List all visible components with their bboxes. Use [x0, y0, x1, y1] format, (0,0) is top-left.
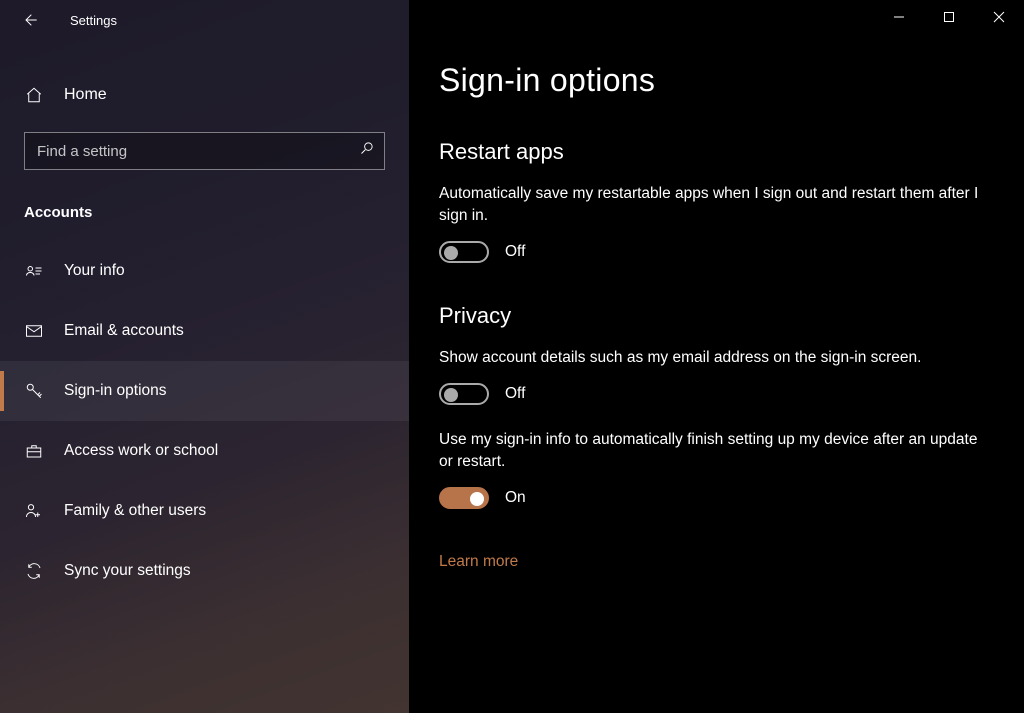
sidebar-item-sign-in-options[interactable]: Sign-in options [0, 361, 409, 421]
privacy-setting-auto-finish: Use my sign-in info to automatically fin… [439, 429, 994, 509]
sidebar: Settings Home Accounts Your info [0, 0, 409, 713]
close-button[interactable] [974, 0, 1024, 34]
privacy-desc-2: Use my sign-in info to automatically fin… [439, 429, 979, 473]
maximize-icon [943, 11, 955, 23]
sync-icon [24, 562, 44, 580]
search-box[interactable] [24, 132, 385, 170]
sidebar-nav: Your info Email & accounts Sign-in optio… [0, 241, 409, 601]
sidebar-item-label: Sign-in options [64, 382, 167, 400]
window-controls [874, 0, 1024, 34]
minimize-icon [893, 11, 905, 23]
search-icon [359, 141, 374, 161]
home-icon [24, 86, 44, 104]
arrow-left-icon [22, 12, 38, 28]
sidebar-item-your-info[interactable]: Your info [0, 241, 409, 301]
sidebar-item-label: Access work or school [64, 442, 218, 460]
section-heading-privacy: Privacy [439, 303, 994, 329]
restart-apps-toggle[interactable] [439, 241, 489, 263]
restart-apps-toggle-label: Off [505, 243, 525, 261]
privacy-toggle-1-label: Off [505, 385, 525, 403]
mail-icon [24, 322, 44, 340]
auto-finish-setup-toggle[interactable] [439, 487, 489, 509]
sidebar-item-label: Your info [64, 262, 125, 280]
main-pane: Sign-in options Restart apps Automatical… [409, 0, 1024, 713]
back-button[interactable] [10, 0, 50, 40]
toggle-knob [444, 388, 458, 402]
sidebar-item-sync-settings[interactable]: Sync your settings [0, 541, 409, 601]
search-input[interactable] [37, 143, 359, 160]
privacy-desc-1: Show account details such as my email ad… [439, 347, 979, 369]
sidebar-item-label: Family & other users [64, 502, 206, 520]
section-restart-apps: Restart apps Automatically save my resta… [439, 139, 994, 263]
show-account-details-toggle[interactable] [439, 383, 489, 405]
briefcase-icon [24, 442, 44, 460]
sidebar-item-label: Email & accounts [64, 322, 184, 340]
sidebar-home[interactable]: Home [0, 72, 409, 118]
minimize-button[interactable] [874, 0, 924, 34]
sidebar-section-heading: Accounts [24, 204, 385, 221]
close-icon [993, 11, 1005, 23]
section-heading-restart-apps: Restart apps [439, 139, 994, 165]
restart-apps-toggle-row: Off [439, 241, 994, 263]
home-label: Home [64, 86, 107, 104]
titlebar-left: Settings [0, 0, 409, 40]
section-privacy: Privacy Show account details such as my … [439, 303, 994, 571]
privacy-toggle-2-row: On [439, 487, 994, 509]
toggle-knob [444, 246, 458, 260]
toggle-knob [470, 492, 484, 506]
person-card-icon [24, 262, 44, 280]
maximize-button[interactable] [924, 0, 974, 34]
app-title: Settings [70, 13, 117, 28]
sidebar-item-label: Sync your settings [64, 562, 191, 580]
privacy-toggle-1-row: Off [439, 383, 994, 405]
key-icon [24, 382, 44, 400]
learn-more-link[interactable]: Learn more [439, 553, 518, 571]
privacy-setting-show-details: Show account details such as my email ad… [439, 347, 994, 405]
people-add-icon [24, 502, 44, 520]
sidebar-item-access-work-school[interactable]: Access work or school [0, 421, 409, 481]
privacy-toggle-2-label: On [505, 489, 526, 507]
sidebar-item-family-other-users[interactable]: Family & other users [0, 481, 409, 541]
restart-apps-desc: Automatically save my restartable apps w… [439, 183, 979, 227]
page-title: Sign-in options [439, 62, 994, 99]
sidebar-item-email-accounts[interactable]: Email & accounts [0, 301, 409, 361]
